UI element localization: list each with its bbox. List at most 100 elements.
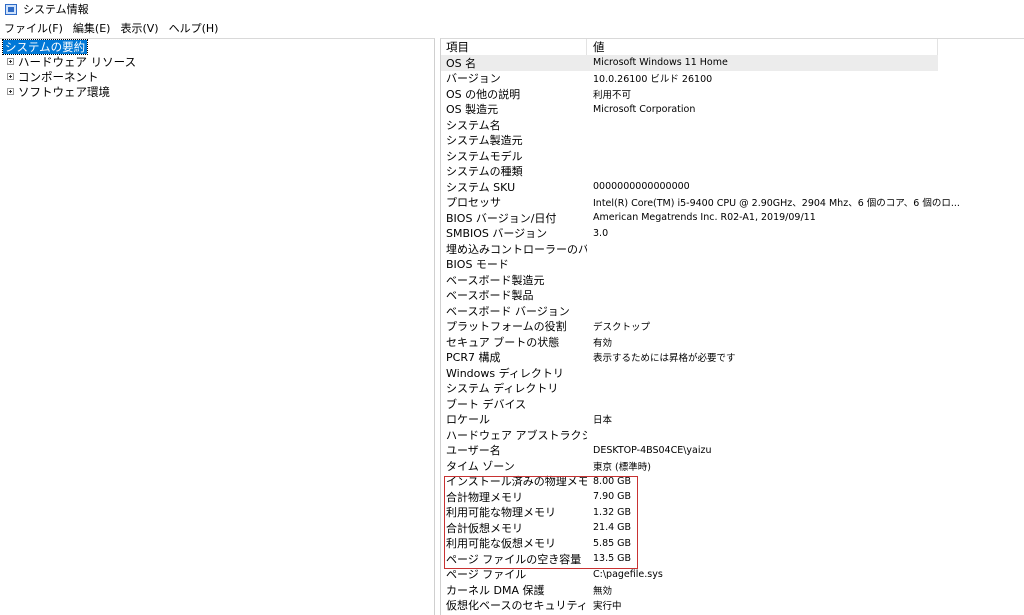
table-row[interactable]: 合計仮想メモリ 21.4 GB bbox=[441, 520, 1024, 536]
row-item-label: インストール済みの物理メモリ... bbox=[446, 475, 587, 489]
row-item-label: タイム ゾーン bbox=[446, 459, 515, 473]
row-item-label: BIOS モード bbox=[446, 258, 509, 272]
table-row[interactable]: システム名 bbox=[441, 117, 1024, 133]
table-row[interactable]: プラットフォームの役割 デスクトップ bbox=[441, 319, 1024, 335]
row-item-label: ブート デバイス bbox=[446, 397, 527, 411]
row-item-label: Windows ディレクトリ bbox=[446, 366, 564, 380]
table-row[interactable]: プロセッサ Intel(R) Core(TM) i5-9400 CPU @ 2.9… bbox=[441, 195, 1024, 211]
row-item-label: BIOS バージョン/日付 bbox=[446, 211, 557, 225]
table-row[interactable]: システム ディレクトリ bbox=[441, 381, 1024, 397]
tree-item-system-summary[interactable]: システムの要約 bbox=[1, 39, 89, 55]
table-row[interactable]: バージョン 10.0.26100 ビルド 26100 bbox=[441, 71, 1024, 87]
column-header-value[interactable]: 値 bbox=[587, 39, 938, 55]
table-row[interactable]: ユーザー名 DESKTOP-4BS04CE\yaizu bbox=[441, 443, 1024, 459]
table-row[interactable]: カーネル DMA 保護 無効 bbox=[441, 582, 1024, 598]
row-item-label: ページ ファイル bbox=[446, 568, 527, 582]
table-row[interactable]: タイム ゾーン 東京 (標準時) bbox=[441, 458, 1024, 474]
tree-item-software-environment[interactable]: ソフトウェア環境 bbox=[0, 84, 110, 99]
row-value: Microsoft Corporation bbox=[593, 103, 696, 115]
table-row[interactable]: 仮想化ベースのセキュリティ 実行中 bbox=[441, 598, 1024, 614]
row-value: DESKTOP-4BS04CE\yaizu bbox=[593, 444, 712, 456]
menu-view[interactable]: 表示(V) bbox=[116, 20, 164, 36]
tree-item-label: ハードウェア リソース bbox=[18, 54, 137, 69]
table-row[interactable]: セキュア ブートの状態 有効 bbox=[441, 334, 1024, 350]
menu-help[interactable]: ヘルプ(H) bbox=[165, 20, 225, 36]
row-value: 東京 (標準時) bbox=[593, 461, 651, 473]
row-value: 無効 bbox=[593, 585, 613, 597]
row-item-label: OS 名 bbox=[446, 56, 477, 70]
row-value: American Megatrends Inc. R02-A1, 2019/09… bbox=[593, 212, 816, 224]
row-item-label: ベースボード製品 bbox=[446, 289, 534, 303]
table-row[interactable]: システムモデル bbox=[441, 148, 1024, 164]
row-item-label: カーネル DMA 保護 bbox=[446, 583, 545, 597]
table-row[interactable]: システムの種類 bbox=[441, 164, 1024, 180]
table-row[interactable]: ベースボード製品 bbox=[441, 288, 1024, 304]
table-row[interactable]: 合計物理メモリ 7.90 GB bbox=[441, 489, 1024, 505]
row-item-label: システム名 bbox=[446, 118, 501, 132]
table-row[interactable]: BIOS バージョン/日付 American Megatrends Inc. R0… bbox=[441, 210, 1024, 226]
menu-edit[interactable]: 編集(E) bbox=[69, 20, 117, 36]
table-row[interactable]: OS の他の説明 利用不可 bbox=[441, 86, 1024, 102]
row-value: 3.0 bbox=[593, 227, 609, 239]
table-row[interactable]: PCR7 構成 表示するためには昇格が必要です bbox=[441, 350, 1024, 366]
table-row[interactable]: インストール済みの物理メモリ... 8.00 GB bbox=[441, 474, 1024, 490]
row-item-label: PCR7 構成 bbox=[446, 351, 501, 365]
details-list[interactable]: 項目 値 OS 名 Microsoft Windows 11 Home バージョン 1… bbox=[440, 38, 1024, 615]
table-row[interactable]: OS 名 Microsoft Windows 11 Home bbox=[441, 55, 938, 71]
category-tree[interactable]: システムの要約 ハードウェア リソース コンポーネント ソフトウェア環境 bbox=[0, 38, 435, 615]
row-item-label: OS 製造元 bbox=[446, 103, 499, 117]
expand-icon[interactable] bbox=[7, 88, 14, 95]
row-item-label: システム製造元 bbox=[446, 134, 523, 148]
row-item-label: 合計仮想メモリ bbox=[446, 521, 523, 535]
table-row[interactable]: ページ ファイルの空き容量 13.5 GB bbox=[441, 551, 1024, 567]
row-value: 利用不可 bbox=[593, 89, 632, 101]
table-row[interactable]: SMBIOS バージョン 3.0 bbox=[441, 226, 1024, 242]
table-row[interactable]: システム SKU 0000000000000000 bbox=[441, 179, 1024, 195]
row-item-label: ベースボード バージョン bbox=[446, 304, 570, 318]
table-row[interactable]: ハードウェア アブストラクション ... bbox=[441, 427, 1024, 443]
row-value: 実行中 bbox=[593, 601, 622, 613]
table-row[interactable]: ブート デバイス bbox=[441, 396, 1024, 412]
row-value: 13.5 GB bbox=[593, 553, 632, 565]
menu-file[interactable]: ファイル(F) bbox=[0, 20, 69, 36]
row-value: 0000000000000000 bbox=[593, 181, 690, 193]
expand-icon[interactable] bbox=[7, 58, 14, 65]
row-value: 日本 bbox=[593, 415, 613, 427]
table-row[interactable]: OS 製造元 Microsoft Corporation bbox=[441, 102, 1024, 118]
row-item-label: システムモデル bbox=[446, 149, 523, 163]
row-item-label: 利用可能な仮想メモリ bbox=[446, 537, 556, 551]
row-value: 1.32 GB bbox=[593, 506, 632, 518]
column-header-item[interactable]: 項目 bbox=[441, 39, 587, 55]
row-item-label: ベースボード製造元 bbox=[446, 273, 545, 287]
system-info-icon bbox=[5, 3, 17, 15]
row-item-label: ハードウェア アブストラクション ... bbox=[446, 428, 587, 442]
table-row[interactable]: 埋め込みコントローラーのバー... bbox=[441, 241, 1024, 257]
tree-item-hardware-resources[interactable]: ハードウェア リソース bbox=[0, 54, 136, 69]
table-row[interactable]: ページ ファイル C:\pagefile.sys bbox=[441, 567, 1024, 583]
row-value: 7.90 GB bbox=[593, 491, 632, 503]
table-row[interactable]: BIOS モード bbox=[441, 257, 1024, 273]
row-item-label: 利用可能な物理メモリ bbox=[446, 506, 556, 520]
expand-icon[interactable] bbox=[7, 73, 14, 80]
row-item-label: システム ディレクトリ bbox=[446, 382, 559, 396]
table-row[interactable]: 利用可能な仮想メモリ 5.85 GB bbox=[441, 536, 1024, 552]
row-item-label: セキュア ブートの状態 bbox=[446, 335, 560, 349]
row-value: 21.4 GB bbox=[593, 522, 632, 534]
table-row[interactable]: 利用可能な物理メモリ 1.32 GB bbox=[441, 505, 1024, 521]
row-value: 8.00 GB bbox=[593, 475, 632, 487]
row-value: 有効 bbox=[593, 337, 613, 349]
table-row[interactable]: ベースボード バージョン bbox=[441, 303, 1024, 319]
table-row[interactable]: ロケール 日本 bbox=[441, 412, 1024, 428]
table-row[interactable]: Windows ディレクトリ bbox=[441, 365, 1024, 381]
window-title: システム情報 bbox=[23, 3, 89, 16]
column-header-row: 項目 値 bbox=[441, 39, 938, 55]
tree-item-components[interactable]: コンポーネント bbox=[0, 69, 99, 84]
row-item-label: ページ ファイルの空き容量 bbox=[446, 552, 582, 566]
row-item-label: バージョン bbox=[446, 72, 501, 86]
row-value: 表示するためには昇格が必要です bbox=[593, 353, 736, 365]
table-row[interactable]: ベースボード製造元 bbox=[441, 272, 1024, 288]
row-item-label: 仮想化ベースのセキュリティ bbox=[446, 599, 587, 613]
row-item-label: システム SKU bbox=[446, 180, 516, 194]
table-row[interactable]: システム製造元 bbox=[441, 133, 1024, 149]
row-value: デスクトップ bbox=[593, 322, 651, 334]
